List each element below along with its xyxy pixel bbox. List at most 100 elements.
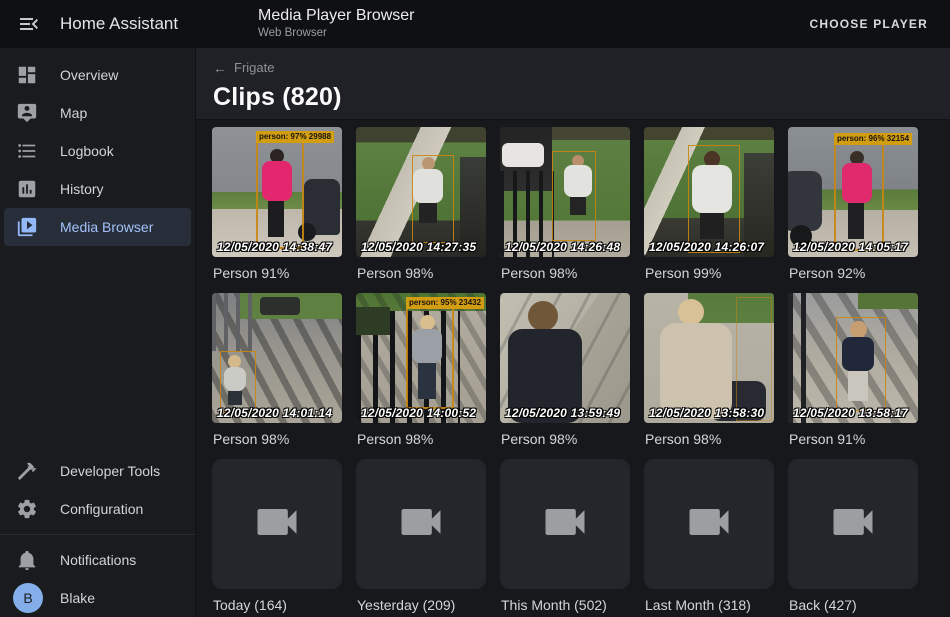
sidebar-item-label: Media Browser: [60, 219, 153, 235]
breadcrumb-back[interactable]: ← Frigate: [213, 48, 274, 75]
folder-label: This Month (502): [500, 597, 630, 614]
clip-timestamp: 12/05/2020 13:58:30: [649, 406, 764, 420]
home-assistant-app: Home Assistant Media Player Browser Web …: [0, 0, 950, 617]
folder-thumbnail: [644, 459, 774, 589]
scene-prop: [260, 297, 300, 315]
folder-thumbnail: [500, 459, 630, 589]
user-name: Blake: [60, 590, 95, 606]
sidebar-item-overview[interactable]: Overview: [4, 56, 191, 94]
sidebar-nav: Overview Map Logbook History Med: [0, 48, 195, 246]
sidebar: Overview Map Logbook History Med: [0, 48, 196, 617]
folder-thumbnail: [788, 459, 918, 589]
clip-thumbnail: person: 95% 23432 12/05/2020 14:00:52: [356, 293, 486, 423]
clip-timestamp: 12/05/2020 13:59:49: [505, 406, 620, 420]
clip-timestamp: 12/05/2020 14:26:48: [505, 240, 620, 254]
sidebar-item-label: Overview: [60, 67, 118, 83]
hammer-icon: [16, 460, 38, 482]
clip-label: Person 99%: [644, 265, 774, 282]
clip-card[interactable]: person: 95% 23432 12/05/2020 14:00:52 Pe…: [356, 293, 486, 448]
sidebar-item-label: History: [60, 181, 104, 197]
scene-prop: [502, 143, 544, 167]
clip-label: Person 98%: [644, 431, 774, 448]
clip-card[interactable]: 12/05/2020 14:26:48 Person 98%: [500, 127, 630, 282]
page-heading: Media Player Browser Web Browser: [258, 8, 415, 40]
person-figure-head: [678, 299, 704, 325]
clip-timestamp: 12/05/2020 14:26:07: [649, 240, 764, 254]
folder-card[interactable]: Today (164): [212, 459, 342, 614]
clip-thumbnail: 12/05/2020 14:27:35: [356, 127, 486, 257]
media-browser-header: ← Frigate Clips (820): [196, 48, 950, 119]
app-bar: Home Assistant Media Player Browser Web …: [0, 0, 950, 48]
folder-label: Back (427): [788, 597, 918, 614]
detection-label: person: 95% 23432: [406, 297, 484, 309]
clip-thumbnail: 12/05/2020 13:58:30: [644, 293, 774, 423]
clip-label: Person 98%: [356, 265, 486, 282]
clip-timestamp: 12/05/2020 13:58:17: [793, 406, 908, 420]
bell-icon: [16, 549, 38, 571]
sidebar-item-label: Notifications: [60, 552, 136, 568]
sidebar-item-notifications[interactable]: Notifications: [4, 541, 191, 579]
clip-card[interactable]: 12/05/2020 14:27:35 Person 98%: [356, 127, 486, 282]
folder-card[interactable]: Last Month (318): [644, 459, 774, 614]
clip-label: Person 91%: [212, 265, 342, 282]
clip-scene-art: [500, 293, 630, 423]
chart-box-icon: [16, 178, 38, 200]
sidebar-item-label: Configuration: [60, 501, 143, 517]
sidebar-item-profile[interactable]: B Blake: [4, 579, 191, 617]
clip-timestamp: 12/05/2020 14:27:35: [361, 240, 476, 254]
clip-label: Person 98%: [212, 431, 342, 448]
clip-thumbnail: 12/05/2020 14:26:48: [500, 127, 630, 257]
sidebar-item-developer-tools[interactable]: Developer Tools: [4, 452, 191, 490]
scene-prop: [858, 293, 918, 309]
clip-timestamp: 12/05/2020 14:38:47: [217, 240, 332, 254]
clip-card[interactable]: 12/05/2020 13:58:17 Person 91%: [788, 293, 918, 448]
clip-card[interactable]: person: 97% 29988 12/05/2020 14:38:47 Pe…: [212, 127, 342, 282]
media-browser-content: ← Frigate Clips (820) person: 97% 29988 …: [196, 48, 950, 617]
detection-bounding-box: [736, 297, 772, 421]
video-camera-icon: [251, 496, 303, 553]
folder-card[interactable]: This Month (502): [500, 459, 630, 614]
sidebar-item-logbook[interactable]: Logbook: [4, 132, 191, 170]
clip-card[interactable]: 12/05/2020 13:58:30 Person 98%: [644, 293, 774, 448]
sidebar-item-configuration[interactable]: Configuration: [4, 490, 191, 528]
clip-thumbnail: 12/05/2020 13:59:49: [500, 293, 630, 423]
folder-thumbnail: [356, 459, 486, 589]
folder-thumbnail: [212, 459, 342, 589]
sidebar-item-history[interactable]: History: [4, 170, 191, 208]
sidebar-item-media-browser[interactable]: Media Browser: [4, 208, 191, 246]
sidebar-item-label: Logbook: [60, 143, 114, 159]
scene-prop: [212, 293, 256, 351]
detection-bounding-box: [688, 145, 740, 253]
folder-card[interactable]: Yesterday (209): [356, 459, 486, 614]
format-list-bulleted-icon: [16, 140, 38, 162]
folder-label: Yesterday (209): [356, 597, 486, 614]
video-camera-icon: [395, 496, 447, 553]
video-camera-icon: [539, 496, 591, 553]
folder-label: Last Month (318): [644, 597, 774, 614]
clip-thumbnail: 12/05/2020 14:01:14: [212, 293, 342, 423]
clip-card[interactable]: person: 96% 32154 12/05/2020 14:05:17 Pe…: [788, 127, 918, 282]
clip-label: Person 98%: [500, 265, 630, 282]
clip-timestamp: 12/05/2020 14:05:17: [793, 240, 908, 254]
clip-card[interactable]: 12/05/2020 13:59:49 Person 98%: [500, 293, 630, 448]
clip-card[interactable]: 12/05/2020 14:26:07 Person 99%: [644, 127, 774, 282]
page-section-title: Clips (820): [213, 83, 950, 112]
clip-thumbnail: person: 97% 29988 12/05/2020 14:38:47: [212, 127, 342, 257]
person-figure-head: [528, 301, 558, 331]
clip-timestamp: 12/05/2020 14:01:14: [217, 406, 332, 420]
sidebar-item-map[interactable]: Map: [4, 94, 191, 132]
back-arrow-icon: ←: [213, 61, 227, 75]
scene-prop: [356, 307, 390, 335]
sidebar-toggle-button[interactable]: [17, 12, 41, 36]
detection-label: person: 96% 32154: [834, 133, 912, 145]
folder-card[interactable]: Back (427): [788, 459, 918, 614]
folder-label: Today (164): [212, 597, 342, 614]
sidebar-item-label: Developer Tools: [60, 463, 160, 479]
page-title: Media Player Browser: [258, 8, 415, 24]
app-title: Home Assistant: [60, 14, 178, 34]
choose-player-button[interactable]: CHOOSE PLAYER: [803, 9, 934, 39]
page-subtitle: Web Browser: [258, 28, 415, 40]
clips-grid: person: 97% 29988 12/05/2020 14:38:47 Pe…: [196, 119, 950, 614]
app-bar-actions: CHOOSE PLAYER: [803, 9, 934, 39]
clip-card[interactable]: 12/05/2020 14:01:14 Person 98%: [212, 293, 342, 448]
